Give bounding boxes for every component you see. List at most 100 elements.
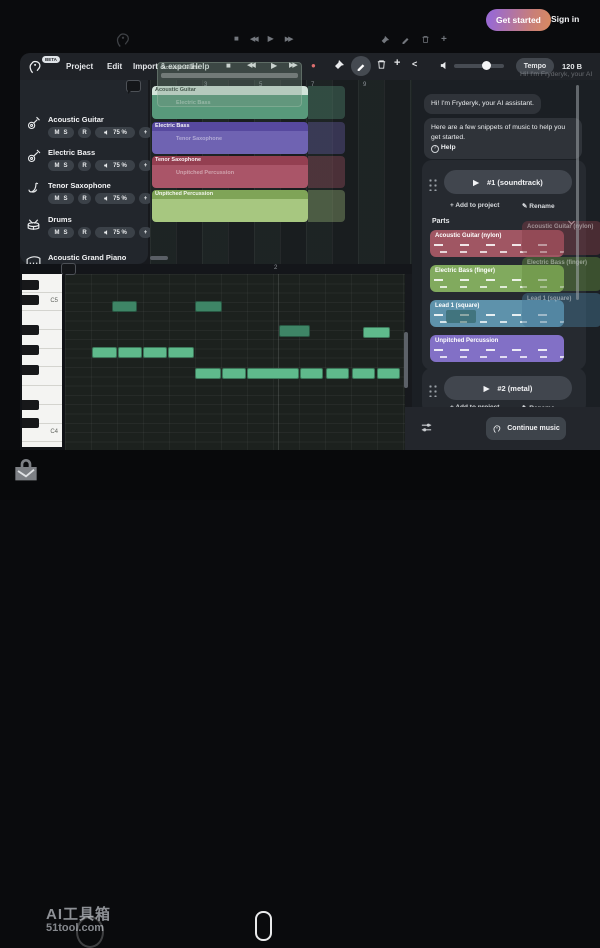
piano-note[interactable]	[363, 327, 390, 338]
piano-roll-ruler[interactable]: 2	[65, 264, 412, 274]
piano-black-key[interactable]	[22, 345, 39, 355]
track-name[interactable]: Tenor Saxophone	[48, 181, 111, 190]
mute-button[interactable]: M	[54, 163, 59, 169]
clip-electric-bass[interactable]: Electric Bass Tenor Saxophone	[152, 122, 308, 154]
piano-black-key[interactable]	[22, 280, 39, 290]
snippet-1-play-pill[interactable]: ▶ #1 (soundtrack)	[444, 170, 572, 194]
piano-note[interactable]	[279, 325, 310, 337]
piano-note[interactable]	[352, 368, 375, 379]
piano-note[interactable]	[168, 347, 194, 358]
piano-note[interactable]	[300, 368, 323, 379]
record-button[interactable]: ●	[311, 61, 316, 70]
track-name[interactable]: Electric Bass	[48, 148, 95, 157]
piano-note[interactable]	[222, 368, 246, 379]
arm-record-button[interactable]: R	[78, 127, 91, 138]
screenshot-root: { "header": {"get_started": "Get started…	[0, 0, 600, 500]
track-volume-control[interactable]: 75 %	[95, 227, 135, 238]
track-volume-control[interactable]: 75 %	[95, 160, 135, 171]
piano-black-key[interactable]	[22, 418, 39, 428]
piano-note[interactable]	[195, 301, 222, 312]
add-to-project-button[interactable]: + Add to project	[450, 202, 499, 209]
volume-slider-knob[interactable]	[482, 61, 491, 70]
mute-solo-buttons[interactable]: M S	[48, 160, 74, 171]
menu-project[interactable]: Project	[66, 62, 93, 71]
menu-edit[interactable]: Edit	[107, 62, 122, 71]
vertical-scrollbar[interactable]	[404, 332, 408, 388]
solo-button[interactable]: S	[63, 163, 67, 169]
volume-value: 75 %	[113, 196, 127, 202]
drag-handle-icon[interactable]	[428, 178, 437, 191]
piano-black-key[interactable]	[22, 365, 39, 375]
part-chip-unpitched-percussion[interactable]: Unpitched Percussion	[430, 335, 564, 362]
piano-note[interactable]	[143, 347, 167, 358]
piano-white-key[interactable]	[22, 442, 62, 447]
mute-button[interactable]: M	[54, 196, 59, 202]
play-icon[interactable]: ▶	[484, 384, 490, 393]
arm-record-button[interactable]: R	[78, 160, 91, 171]
track-name[interactable]: Acoustic Grand Piano	[48, 253, 126, 262]
piano-note[interactable]	[195, 368, 221, 379]
piano-keyboard[interactable]: C5 C4	[22, 274, 62, 447]
pencil-tool-button[interactable]	[351, 56, 371, 76]
clip-label: Unpitched Percussion	[152, 190, 308, 199]
continue-music-button[interactable]: Continue music	[486, 417, 566, 440]
sign-in-button[interactable]: Sign in	[551, 14, 579, 24]
panel-scrollbar-ghost	[576, 85, 579, 300]
piano-note[interactable]	[112, 301, 137, 312]
rename-button[interactable]: ✎ Rename	[522, 202, 555, 210]
delete-tool-button[interactable]	[376, 59, 387, 70]
snippet-2-play-pill[interactable]: ▶ #2 (metal)	[444, 376, 572, 400]
tempo-value[interactable]: 120 B	[562, 62, 582, 71]
piano-black-key[interactable]	[22, 400, 39, 410]
solo-button[interactable]: S	[63, 230, 67, 236]
mute-solo-buttons[interactable]: M S	[48, 193, 74, 204]
piano-black-key[interactable]	[22, 325, 39, 335]
arm-record-button[interactable]: R	[78, 193, 91, 204]
parts-section-label[interactable]: Parts	[432, 218, 450, 225]
horizontal-scrollbar[interactable]	[150, 256, 168, 260]
main-toolbar: BETA Project Edit Import & export Help ■…	[20, 53, 600, 80]
cursor-icon	[61, 263, 76, 275]
piano-note[interactable]	[118, 347, 142, 358]
volume-slider[interactable]	[454, 64, 504, 68]
piano-note[interactable]	[247, 368, 299, 379]
drag-handle-icon[interactable]	[428, 384, 437, 397]
part-chip-label: Lead 1 (square)	[435, 303, 479, 309]
piano-black-key[interactable]	[22, 295, 39, 305]
clip-label: Electric Bass	[152, 122, 308, 131]
mute-solo-buttons[interactable]: M S	[48, 127, 74, 138]
clip-ghost-label: Unpitched Percussion	[176, 170, 234, 176]
mute-button[interactable]: M	[54, 130, 59, 136]
clip-unpitched-percussion[interactable]: Unpitched Percussion	[152, 190, 308, 222]
volume-icon[interactable]	[439, 60, 450, 71]
solo-button[interactable]: S	[63, 130, 67, 136]
track-name[interactable]: Acoustic Guitar	[48, 115, 104, 124]
play-icon[interactable]: ▶	[473, 178, 479, 187]
clip-tenor-saxophone[interactable]: Tenor Saxophone Unpitched Percussion	[152, 156, 308, 188]
arm-record-button[interactable]: R	[78, 227, 91, 238]
track-name[interactable]: Drums	[48, 215, 72, 224]
pin-icon	[380, 35, 390, 45]
clip-ghost-extension	[308, 190, 345, 222]
help-icon[interactable]: ?	[431, 145, 439, 153]
pin-tool-button[interactable]	[333, 59, 345, 71]
ghost-transport-bar: ■ ◀◀ ▶ ▶▶	[234, 34, 292, 43]
settings-sliders-icon[interactable]	[420, 421, 433, 434]
get-started-button[interactable]: Get started	[486, 9, 551, 31]
mute-solo-buttons[interactable]: M S	[48, 227, 74, 238]
solo-button[interactable]: S	[63, 196, 67, 202]
add-tool-button[interactable]: +	[394, 57, 400, 69]
volume-value: 75 %	[113, 163, 127, 169]
collapse-button[interactable]: <	[412, 59, 417, 69]
piano-note[interactable]	[326, 368, 349, 379]
piano-note[interactable]	[377, 368, 400, 379]
app-window: BETA Project Edit Import & export Help ■…	[20, 53, 600, 450]
help-link[interactable]: Help	[441, 144, 456, 151]
track-volume-control[interactable]: 75 %	[95, 127, 135, 138]
track-list-sidebar: Acoustic Guitar M S R 75 % + Electric Ba…	[20, 80, 148, 264]
mute-button[interactable]: M	[54, 230, 59, 236]
arrangement-area[interactable]: 3 5 7 9 Acoustic Guitar Electric Bass El…	[150, 80, 412, 264]
piano-roll-grid[interactable]	[65, 274, 405, 450]
piano-note[interactable]	[92, 347, 117, 358]
track-volume-control[interactable]: 75 %	[95, 193, 135, 204]
